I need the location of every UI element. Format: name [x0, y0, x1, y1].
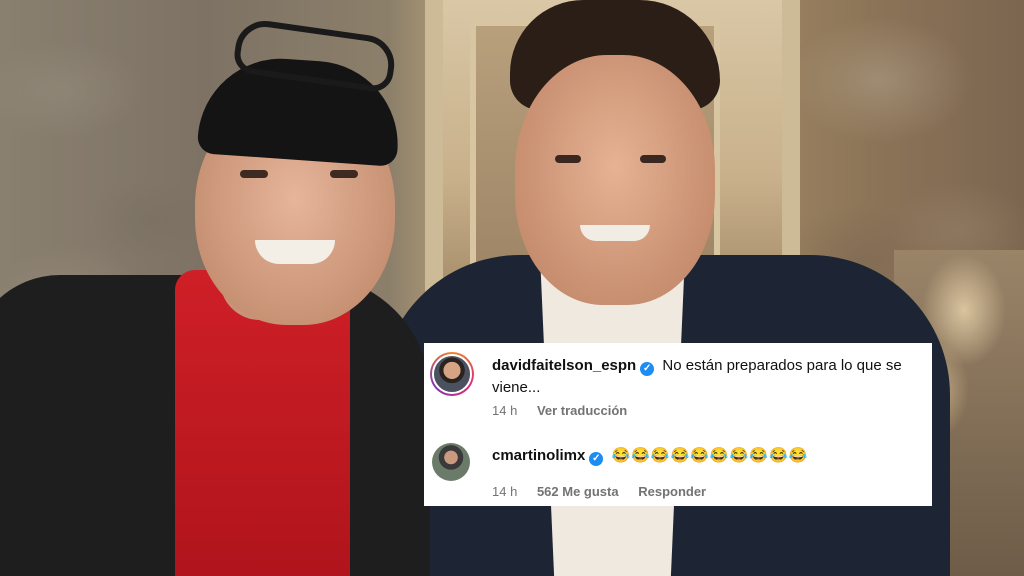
comment-text-line: cmartinolimx ✓ 😂😂😂😂😂😂😂😂😂😂 [492, 445, 918, 467]
comment-time: 14 h [492, 403, 518, 418]
comment-text: 😂😂😂😂😂😂😂😂😂😂 [611, 447, 809, 464]
reply-button[interactable]: Responder [638, 484, 706, 499]
left-man-smile [255, 240, 335, 264]
verified-badge-icon: ✓ [589, 452, 604, 466]
comment-meta: 14 h 562 Me gusta Responder [492, 484, 722, 499]
avatar-image [432, 354, 472, 394]
right-man-eye [640, 155, 666, 163]
comment-time: 14 h [492, 484, 518, 499]
username-link[interactable]: davidfaitelson_espn [492, 357, 636, 374]
avatar[interactable] [432, 443, 470, 481]
comment-text-line: davidfaitelson_espn ✓ No están preparados… [492, 355, 918, 399]
username-link[interactable]: cmartinolimx [492, 447, 585, 464]
verified-badge-icon: ✓ [640, 362, 655, 376]
right-man-face [515, 55, 715, 305]
translate-link[interactable]: Ver traducción [537, 403, 627, 418]
left-man-eye [240, 170, 268, 178]
avatar[interactable] [430, 352, 474, 396]
left-man-eye [330, 170, 358, 178]
right-man-smile [580, 225, 650, 241]
comment-card: davidfaitelson_espn ✓ No están preparados… [424, 343, 932, 506]
right-man-eye [555, 155, 581, 163]
likes-count[interactable]: 562 Me gusta [537, 484, 619, 499]
comment-meta: 14 h Ver traducción [492, 403, 643, 418]
